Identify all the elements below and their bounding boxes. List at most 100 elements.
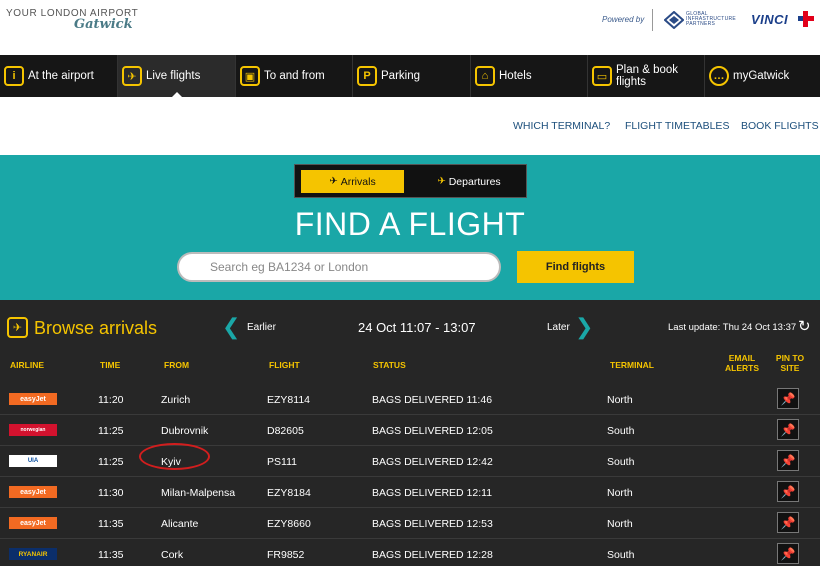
pin-icon[interactable]: 📌: [777, 388, 799, 409]
terminal-cell: North: [607, 394, 633, 406]
arrivals-tab[interactable]: ✈ Arrivals: [301, 170, 404, 193]
browse-bar: ✈ Browse arrivals ❮ Earlier 24 Oct 11:07…: [0, 300, 820, 356]
nav-label: Live flights: [146, 70, 201, 82]
col-airline: AIRLINE: [10, 360, 44, 370]
chat-icon: …: [709, 66, 729, 86]
info-icon: i: [4, 66, 24, 86]
table-row[interactable]: easyJet 11:35 Alicante EZY8660 BAGS DELI…: [0, 508, 820, 539]
departure-plane-icon: ✈: [437, 176, 446, 187]
chevron-left-icon[interactable]: ❮: [222, 316, 240, 338]
airline-logo: RYANAIR: [9, 548, 57, 560]
find-flights-button[interactable]: Find flights: [517, 251, 634, 283]
col-flight: FLIGHT: [269, 360, 300, 370]
col-email-alerts: EMAIL ALERTS: [725, 353, 759, 373]
bed-icon: ⌂: [475, 66, 495, 86]
book-flights-link[interactable]: BOOK FLIGHTS: [741, 120, 819, 132]
gip-logo-icon: [664, 11, 684, 29]
later-link[interactable]: Later: [547, 322, 570, 333]
airline-logo: easyJet: [9, 393, 57, 405]
vinci-logo: VINCI: [751, 12, 789, 27]
plane-icon: ✈: [122, 66, 142, 86]
brand-divider: [652, 9, 653, 31]
table-row[interactable]: easyJet 11:30 Milan-Malpensa EZY8184 BAG…: [0, 477, 820, 508]
flight-cell: EZY8660: [267, 518, 311, 530]
pin-icon[interactable]: 📌: [777, 481, 799, 502]
table-header: AIRLINE TIME FROM FLIGHT STATUS TERMINAL…: [0, 353, 820, 384]
parking-icon: P: [357, 66, 377, 86]
powered-by-label: Powered by: [602, 15, 645, 24]
airline-logo: norwegian: [9, 424, 57, 436]
highlight-circle: [139, 443, 210, 470]
table-row[interactable]: easyJet 11:20 Zurich EZY8114 BAGS DELIVE…: [0, 384, 820, 415]
time-cell: 11:25: [98, 425, 124, 437]
vinci-mark-icon: [798, 11, 814, 27]
col-status: STATUS: [373, 360, 406, 370]
browse-title: Browse arrivals: [34, 318, 158, 338]
from-cell: Dubrovnik: [161, 425, 209, 437]
departures-tab[interactable]: ✈ Departures: [415, 170, 523, 193]
nav-plan-book-flights[interactable]: ▭ Plan & book flights: [588, 55, 705, 97]
nav-label: Plan & book flights: [616, 64, 679, 88]
status-cell: BAGS DELIVERED 12:53: [372, 518, 493, 530]
refresh-icon[interactable]: ↻: [798, 317, 811, 335]
pin-icon[interactable]: 📌: [777, 419, 799, 440]
status-cell: BAGS DELIVERED 12:28: [372, 549, 493, 561]
flight-cell: FR9852: [267, 549, 305, 561]
pin-icon[interactable]: 📌: [777, 543, 799, 564]
time-cell: 11:30: [98, 487, 124, 499]
flight-timetables-link[interactable]: FLIGHT TIMETABLES: [625, 120, 729, 132]
arrivals-label: Arrivals: [340, 175, 376, 188]
time-range: 24 Oct 11:07 - 13:07: [358, 320, 476, 335]
from-cell: Cork: [161, 549, 184, 561]
last-update: Last update: Thu 24 Oct 13:37: [668, 322, 797, 333]
table-row[interactable]: RYANAIR 11:35 Cork FR9852 BAGS DELIVERED…: [0, 539, 820, 566]
pin-icon[interactable]: 📌: [777, 512, 799, 533]
col-terminal: TERMINAL: [610, 360, 654, 370]
status-cell: BAGS DELIVERED 12:42: [372, 456, 493, 468]
main-nav: i At the airport ✈ Live flights ▣ To and…: [0, 55, 820, 98]
nav-parking[interactable]: P Parking: [353, 55, 471, 97]
nav-label: To and from: [264, 70, 325, 82]
gatwick-logo[interactable]: Gatwick: [74, 17, 133, 32]
pin-icon[interactable]: 📌: [777, 450, 799, 471]
departures-label: Departures: [448, 175, 501, 188]
flight-cell: EZY8114: [267, 394, 310, 406]
nav-hotels[interactable]: ⌂ Hotels: [471, 55, 588, 97]
status-cell: BAGS DELIVERED 12:11: [372, 487, 493, 499]
from-cell: Alicante: [161, 518, 199, 530]
flight-cell: D82605: [267, 425, 304, 437]
col-time: TIME: [100, 360, 121, 370]
nav-label: myGatwick: [733, 70, 790, 82]
table-row[interactable]: UIA 11:25 Kyiv PS111 BAGS DELIVERED 12:4…: [0, 446, 820, 477]
nav-label: At the airport: [28, 70, 94, 82]
nav-label: Hotels: [499, 70, 532, 82]
terminal-cell: North: [607, 518, 633, 530]
gip-logo-text: GLOBAL INFRASTRUCTURE PARTNERS: [686, 11, 737, 27]
page: YOUR LONDON AIRPORT Gatwick Powered by G…: [0, 0, 820, 566]
time-cell: 11:35: [98, 518, 124, 530]
time-cell: 11:20: [98, 394, 124, 406]
brand-header: YOUR LONDON AIRPORT Gatwick Powered by G…: [0, 0, 820, 55]
airline-logo: easyJet: [9, 517, 57, 529]
col-pin-to-site: PIN TO SITE: [775, 353, 805, 373]
from-cell: Milan-Malpensa: [161, 487, 236, 499]
table-row[interactable]: norwegian 11:25 Dubrovnik D82605 BAGS DE…: [0, 415, 820, 446]
find-flight-hero: ✈ Arrivals ✈ Departures FIND A FLIGHT Fi…: [0, 155, 820, 300]
flight-table: easyJet 11:20 Zurich EZY8114 BAGS DELIVE…: [0, 384, 820, 566]
terminal-cell: South: [607, 456, 635, 468]
flight-search-input[interactable]: [177, 252, 501, 282]
earlier-link[interactable]: Earlier: [247, 322, 276, 333]
nav-to-and-from[interactable]: ▣ To and from: [236, 55, 353, 97]
status-cell: BAGS DELIVERED 11:46: [372, 394, 493, 406]
airline-logo: UIA: [9, 455, 57, 467]
nav-live-flights[interactable]: ✈ Live flights: [118, 55, 236, 98]
status-cell: BAGS DELIVERED 12:05: [372, 425, 493, 437]
airline-logo: easyJet: [9, 486, 57, 498]
nav-mygatwick[interactable]: … myGatwick: [705, 55, 820, 97]
nav-label: Parking: [381, 70, 420, 82]
plane-icon: ✈: [7, 317, 28, 338]
chevron-right-icon[interactable]: ❯: [575, 316, 593, 338]
which-terminal-link[interactable]: WHICH TERMINAL?: [513, 120, 610, 132]
train-icon: ▣: [240, 66, 260, 86]
nav-at-the-airport[interactable]: i At the airport: [0, 55, 118, 97]
